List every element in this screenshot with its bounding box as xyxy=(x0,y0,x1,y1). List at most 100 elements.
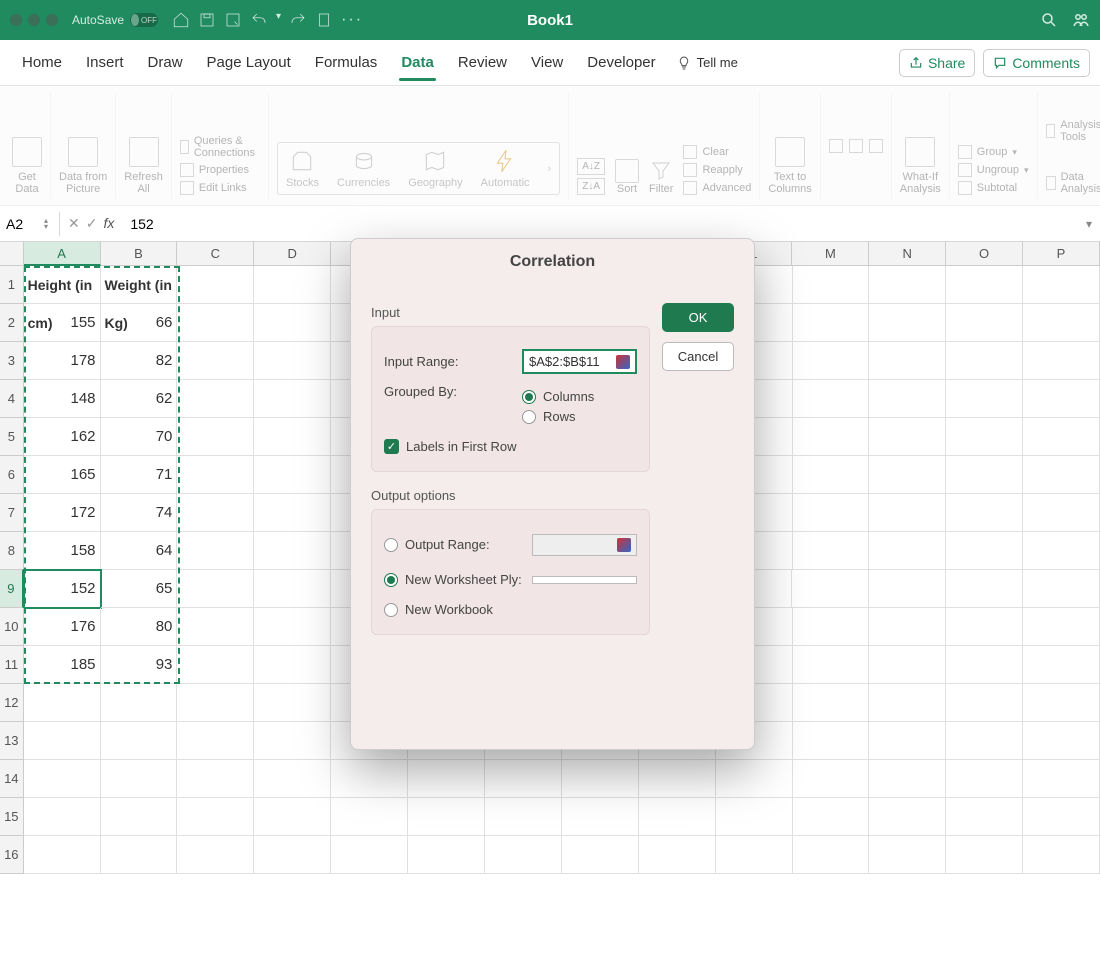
sort-az-button[interactable]: A↓Z Z↓A xyxy=(577,158,605,195)
column-header[interactable]: N xyxy=(869,242,946,266)
row-header[interactable]: 6 xyxy=(0,456,24,494)
cell[interactable] xyxy=(1023,532,1100,570)
row-header[interactable]: 7 xyxy=(0,494,24,532)
cell[interactable] xyxy=(946,570,1023,608)
cell[interactable] xyxy=(485,760,562,798)
cell[interactable] xyxy=(254,760,331,798)
cell[interactable] xyxy=(177,760,254,798)
cell[interactable] xyxy=(177,722,254,760)
cell[interactable] xyxy=(869,380,946,418)
cell[interactable] xyxy=(793,608,870,646)
grouped-columns-radio[interactable]: Columns xyxy=(522,389,594,404)
cell[interactable] xyxy=(101,798,178,836)
row-header[interactable]: 15 xyxy=(0,798,24,836)
cell[interactable] xyxy=(793,760,870,798)
cell[interactable] xyxy=(1023,380,1100,418)
cell[interactable] xyxy=(254,380,331,418)
cell[interactable] xyxy=(946,760,1023,798)
row-header[interactable]: 13 xyxy=(0,722,24,760)
cell[interactable] xyxy=(177,608,254,646)
redo-icon[interactable] xyxy=(289,11,307,29)
cell[interactable] xyxy=(1023,418,1100,456)
cell[interactable] xyxy=(793,494,870,532)
cell[interactable]: 65 xyxy=(101,570,178,608)
tab-home[interactable]: Home xyxy=(10,44,74,81)
group-button[interactable]: Group▾ xyxy=(958,145,1029,159)
close-window-icon[interactable] xyxy=(10,14,22,26)
cell[interactable] xyxy=(793,532,870,570)
cell[interactable]: 62 xyxy=(101,380,178,418)
properties-button[interactable]: Properties xyxy=(180,163,260,177)
range-picker-icon[interactable] xyxy=(617,538,631,552)
ungroup-button[interactable]: Ungroup▾ xyxy=(958,163,1029,177)
cell[interactable] xyxy=(101,760,178,798)
cell[interactable] xyxy=(869,532,946,570)
cell[interactable] xyxy=(946,684,1023,722)
clipboard-icon[interactable] xyxy=(315,11,333,29)
cell[interactable] xyxy=(177,798,254,836)
cell[interactable] xyxy=(1023,342,1100,380)
expand-formula-bar-icon[interactable]: ▾ xyxy=(1078,217,1100,231)
cell[interactable] xyxy=(1023,684,1100,722)
cell[interactable] xyxy=(562,760,639,798)
column-header[interactable]: B xyxy=(101,242,178,266)
cell[interactable] xyxy=(1023,722,1100,760)
cell[interactable] xyxy=(24,722,101,760)
cell[interactable] xyxy=(869,494,946,532)
cell[interactable] xyxy=(946,532,1023,570)
cell[interactable] xyxy=(408,760,485,798)
cell[interactable] xyxy=(716,798,793,836)
cell[interactable] xyxy=(946,836,1023,874)
cell[interactable] xyxy=(177,684,254,722)
refresh-all-button[interactable]: Refresh All xyxy=(116,92,172,199)
share-people-icon[interactable] xyxy=(1072,11,1090,29)
cell[interactable] xyxy=(869,304,946,342)
tab-review[interactable]: Review xyxy=(446,44,519,81)
tab-view[interactable]: View xyxy=(519,44,575,81)
column-header[interactable]: D xyxy=(254,242,331,266)
tab-page-layout[interactable]: Page Layout xyxy=(195,44,303,81)
minimize-window-icon[interactable] xyxy=(28,14,40,26)
row-header[interactable]: 4 xyxy=(0,380,24,418)
cell[interactable] xyxy=(177,836,254,874)
cell[interactable] xyxy=(254,722,331,760)
cell[interactable] xyxy=(177,266,254,304)
remove-duplicates-button[interactable] xyxy=(849,139,863,153)
formula-input[interactable] xyxy=(122,212,1078,236)
cell[interactable] xyxy=(792,570,869,608)
cell[interactable] xyxy=(1023,798,1100,836)
filter-button[interactable]: Filter xyxy=(649,159,673,195)
cell[interactable] xyxy=(946,266,1023,304)
autosave-toggle[interactable]: AutoSave OFF xyxy=(72,13,158,27)
cell[interactable]: 155 xyxy=(24,304,101,342)
cell[interactable] xyxy=(177,342,254,380)
cell[interactable] xyxy=(1023,836,1100,874)
cell[interactable] xyxy=(793,380,870,418)
cell[interactable] xyxy=(254,608,331,646)
cell[interactable] xyxy=(946,456,1023,494)
cell[interactable]: 162 xyxy=(24,418,101,456)
cell[interactable]: 64 xyxy=(101,532,178,570)
cell[interactable] xyxy=(869,570,946,608)
row-header[interactable]: 1 xyxy=(0,266,24,304)
share-button[interactable]: Share xyxy=(899,49,975,77)
tell-me-search[interactable]: Tell me xyxy=(676,55,738,71)
output-range-radio[interactable]: Output Range: xyxy=(384,537,524,552)
cell[interactable] xyxy=(946,608,1023,646)
cell[interactable] xyxy=(639,836,716,874)
cell[interactable]: 71 xyxy=(101,456,178,494)
advanced-filter-button[interactable]: Advanced xyxy=(683,181,751,195)
cell[interactable]: 165 xyxy=(24,456,101,494)
cell[interactable] xyxy=(1023,456,1100,494)
cell[interactable] xyxy=(869,342,946,380)
cell[interactable] xyxy=(793,798,870,836)
cell[interactable]: 152 xyxy=(24,570,101,608)
cell[interactable] xyxy=(562,836,639,874)
cell[interactable] xyxy=(793,304,870,342)
row-header[interactable]: 11 xyxy=(0,646,24,684)
row-header[interactable]: 5 xyxy=(0,418,24,456)
cell[interactable] xyxy=(1023,494,1100,532)
more-icon[interactable]: ··· xyxy=(341,11,363,29)
tab-formulas[interactable]: Formulas xyxy=(303,44,390,81)
cell[interactable] xyxy=(869,798,946,836)
